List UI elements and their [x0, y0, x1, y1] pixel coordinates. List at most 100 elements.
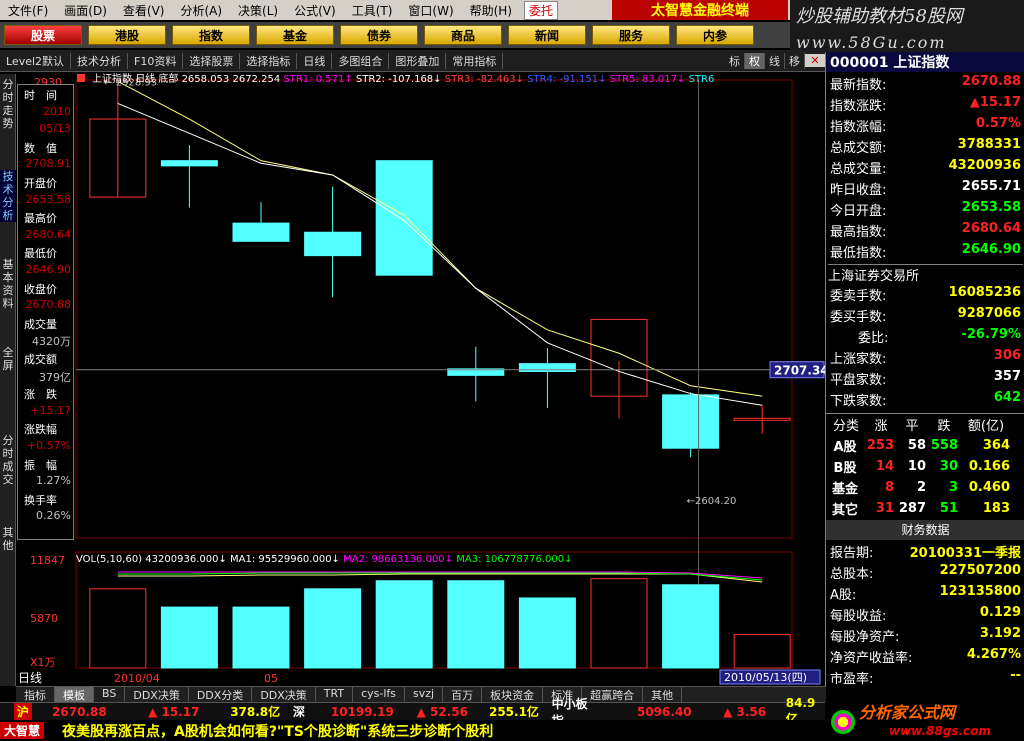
trade-button[interactable]: 委托 — [524, 0, 559, 20]
toolbar-item[interactable]: F10资料 — [128, 52, 184, 69]
indicator-tab[interactable]: TRT — [316, 687, 354, 702]
indicator-tab[interactable]: 其他 — [643, 687, 683, 702]
banner-line1: 炒股辅助教材58股网 — [796, 6, 963, 27]
quote-key: 指数涨跌: — [830, 99, 887, 114]
quote-value: 357 — [993, 369, 1021, 384]
toolbar-item[interactable]: 多图组合 — [332, 52, 390, 69]
candle-body[interactable] — [662, 394, 720, 449]
volume-bar[interactable] — [232, 606, 290, 669]
side-tab[interactable]: 分时成交 — [0, 434, 16, 486]
indicator-tab[interactable]: 板块资金 — [482, 687, 544, 702]
indicator-tab[interactable]: 模板 — [55, 687, 94, 702]
side-tab[interactable]: 分时走势 — [0, 78, 16, 130]
nav-tab[interactable]: 指数 — [172, 25, 250, 45]
period-label[interactable]: 日线 — [18, 671, 42, 685]
side-tab[interactable]: 基本资料 — [0, 258, 16, 310]
table-cell: 51 — [939, 501, 958, 516]
sz-change: ▲ 52.56 — [416, 704, 469, 719]
side-tab[interactable]: 其他 — [0, 526, 16, 552]
zx-price: 5096.40 — [636, 704, 692, 719]
menu-item[interactable]: 画面(D) — [56, 2, 115, 19]
toolbar-item[interactable]: 常用指标 — [446, 52, 504, 69]
indicator-tab[interactable]: DDX决策 — [252, 687, 316, 702]
nav-tab[interactable]: 商品 — [424, 25, 502, 45]
menu-item[interactable]: 公式(V) — [286, 2, 344, 19]
finance-row: 市盈率: -- — [828, 668, 1023, 688]
chart-header: 上证指数 日线 底部 2658.053 2672.254 STR1: 0.571… — [92, 72, 714, 85]
nav-tab[interactable]: 新闻 — [508, 25, 586, 45]
finance-value: 0.129 — [979, 605, 1021, 620]
nav-tab[interactable]: 债券 — [340, 25, 418, 45]
news-text[interactable]: 夜美股再涨百点，A股机会如何看?"TS个股诊断"系统三步诊断个股利 — [62, 721, 493, 741]
indicator-tab[interactable]: DDX决策 — [125, 687, 189, 702]
nav-tab[interactable]: 基金 — [256, 25, 334, 45]
indicator-tab[interactable]: svzj — [405, 687, 444, 702]
toolbar-toggle[interactable]: 标 — [725, 52, 745, 69]
candle-body[interactable] — [160, 160, 218, 167]
volume-bar[interactable] — [160, 606, 218, 669]
toolbar-toggle[interactable]: 线 — [765, 52, 785, 69]
x-label: 2010/04 — [114, 672, 160, 685]
quote-row: 最低指数: 2646.90 — [828, 242, 1023, 262]
indicator-tab[interactable]: DDX分类 — [189, 687, 253, 702]
toolbar-item[interactable]: Level2默认 — [0, 52, 72, 69]
volume-bar[interactable] — [447, 580, 505, 669]
volume-bar[interactable] — [518, 597, 576, 669]
indicator-tab[interactable]: cys-lfs — [353, 687, 405, 702]
toolbar-item[interactable]: 技术分析 — [71, 52, 129, 69]
toolbar-item[interactable]: 选择股票 — [183, 52, 241, 69]
table-head: 分类涨 平 跌 额(亿) — [826, 414, 1024, 435]
volume-field: 43200936.000↓ — [145, 554, 227, 565]
side-tab[interactable]: 技术分析 — [0, 170, 16, 222]
menu-item[interactable]: 决策(L) — [230, 2, 286, 19]
toolbar-toggle[interactable]: 权 — [745, 52, 765, 69]
quote-key: 委卖手数: — [830, 289, 887, 304]
table-cell: 8 — [884, 480, 894, 495]
nav-tab[interactable]: 服务 — [592, 25, 670, 45]
menu-item[interactable]: 文件(F) — [0, 2, 56, 19]
info-label: 数 值 — [24, 141, 57, 155]
quote-row: 上涨家数: 306 — [828, 348, 1023, 368]
candle-body[interactable] — [518, 363, 576, 372]
side-view-tabs: 分时走势技术分析基本资料全屏分时成交其他 — [0, 74, 16, 686]
toolbar-toggle[interactable]: 移 — [785, 52, 805, 69]
quote-value: 306 — [993, 348, 1021, 363]
menu-item[interactable]: 分析(A) — [172, 2, 230, 19]
volume-bar[interactable] — [304, 588, 362, 669]
table-row: B股 14 10 30 0.166 — [826, 456, 1024, 477]
table-cell: 0.460 — [968, 480, 1010, 495]
toolbar-item[interactable]: 图形叠加 — [389, 52, 447, 69]
toolbar-item[interactable]: 选择指标 — [240, 52, 298, 69]
volume-bar[interactable] — [662, 584, 720, 669]
side-tab[interactable]: 全屏 — [0, 346, 16, 372]
table-row: A股 253 58 558 364 — [826, 435, 1024, 456]
indicator-tab[interactable]: BS — [94, 687, 126, 702]
cursor-date: 2010/05/13(四) — [724, 671, 807, 684]
quote-key: 委买手数: — [830, 310, 887, 325]
menu-item[interactable]: 窗口(W) — [400, 2, 461, 19]
indicator-tab[interactable]: 百万 — [443, 687, 483, 702]
candle-body[interactable] — [375, 160, 433, 276]
nav-tab[interactable]: 内参 — [676, 25, 754, 45]
vol-tick: X1万 — [30, 656, 56, 669]
close-icon[interactable]: ✕ — [805, 54, 825, 67]
indicator-tab[interactable]: 指标 — [16, 687, 55, 702]
menu-item[interactable]: 查看(V) — [115, 2, 173, 19]
menu-item[interactable]: 工具(T) — [344, 2, 401, 19]
header-marker-icon[interactable] — [77, 74, 85, 82]
table-cell: 31 — [875, 501, 894, 516]
kline-chart[interactable]: 2707.34←2928.93←2604.2029302578上证指数 日线 底… — [18, 72, 829, 685]
candle-body[interactable] — [304, 231, 362, 257]
nav-tab[interactable]: 股票 — [4, 25, 82, 45]
candle-body[interactable] — [232, 222, 290, 242]
news-ticker[interactable]: 大智慧 夜美股再涨百点，A股机会如何看?"TS个股诊断"系统三步诊断个股利 — [0, 720, 825, 741]
nav-tab[interactable]: 港股 — [88, 25, 166, 45]
volume-bar[interactable] — [375, 580, 433, 669]
quote-key: 今日开盘: — [830, 204, 887, 219]
toolbar-item[interactable]: 日线 — [297, 52, 333, 69]
table-cell: 2 — [916, 480, 926, 495]
menu-item[interactable]: 帮助(H) — [462, 2, 520, 19]
finance-row: 净资产收益率: 4.267% — [828, 647, 1023, 667]
quote-row: 委卖手数: 16085236 — [828, 285, 1023, 305]
table-cell: 364 — [982, 438, 1010, 453]
